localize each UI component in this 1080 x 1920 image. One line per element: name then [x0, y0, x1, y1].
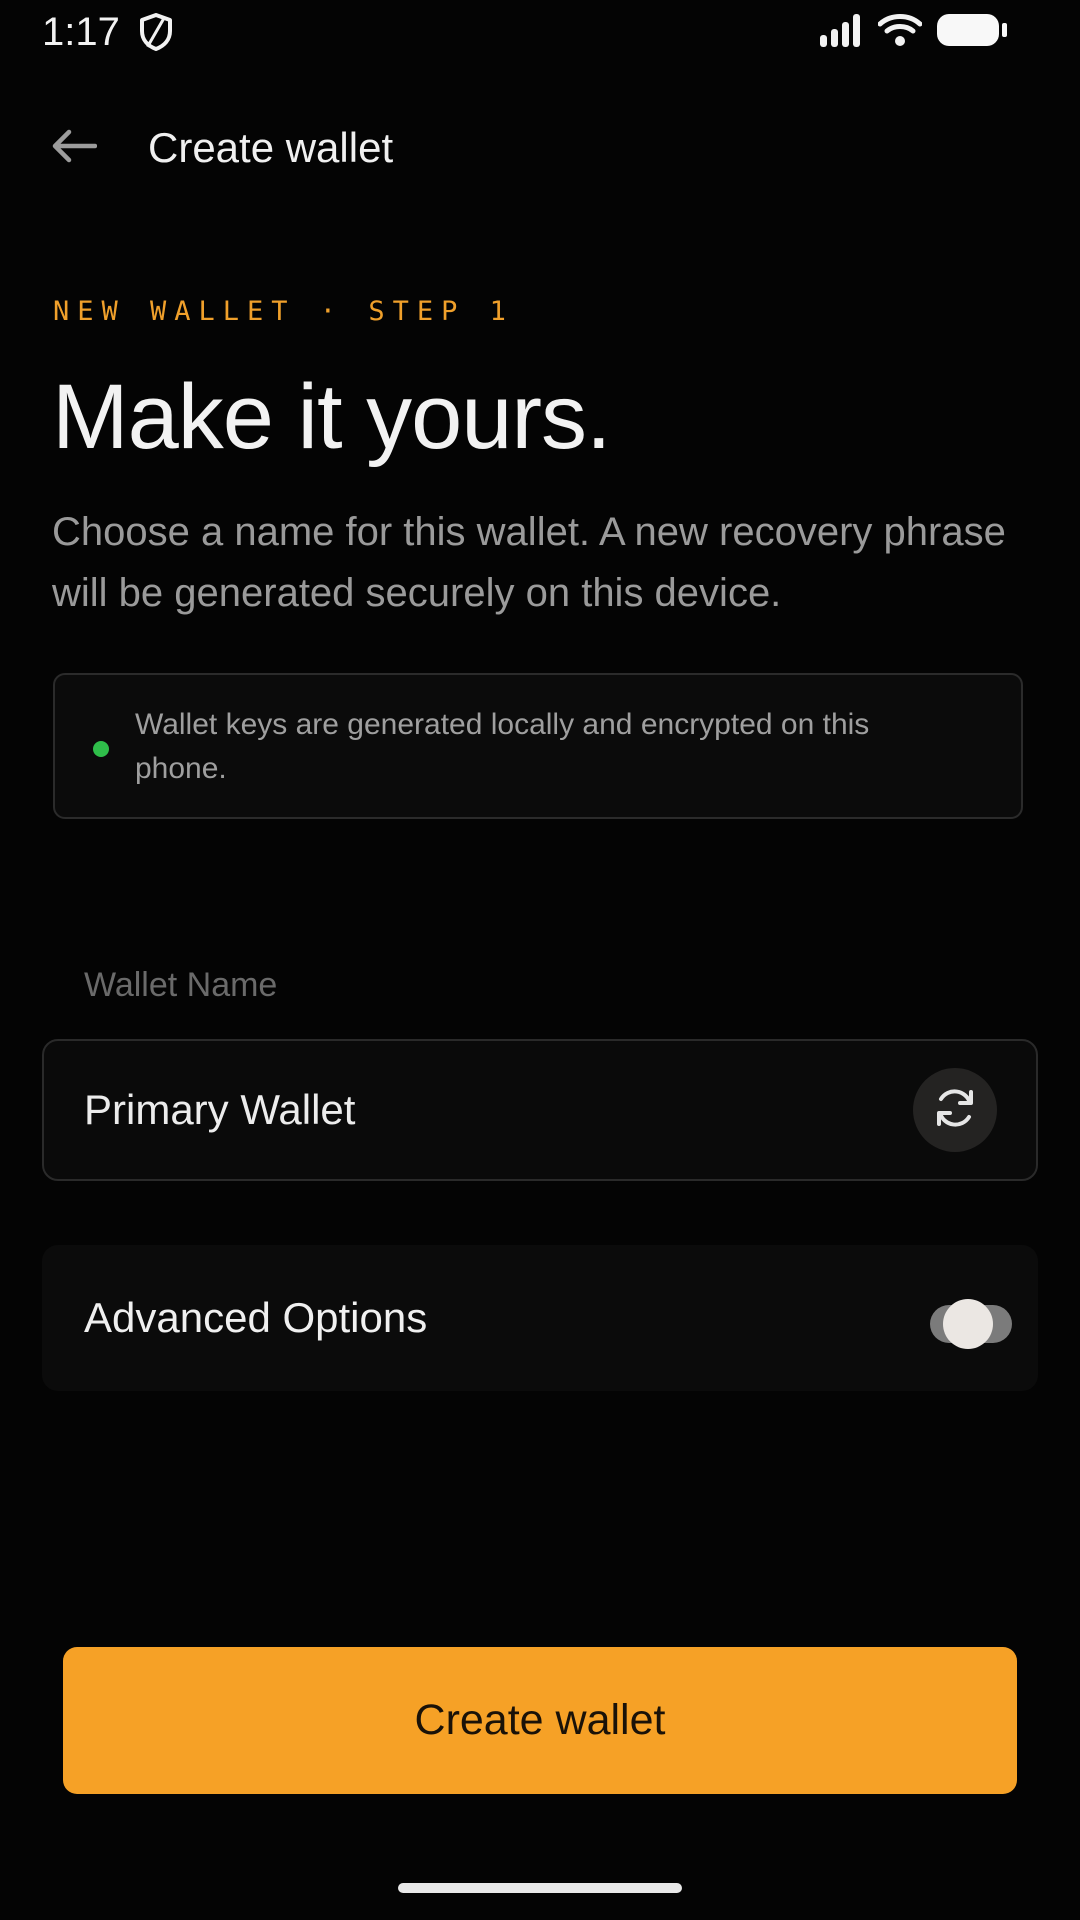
wifi-icon: [877, 12, 923, 53]
advanced-options-row[interactable]: Advanced Options: [42, 1245, 1038, 1391]
signal-icon: [818, 13, 864, 52]
wallet-name-label: Wallet Name: [84, 966, 278, 1004]
step-eyebrow: NEW WALLET · STEP 1: [53, 296, 514, 327]
home-indicator[interactable]: [398, 1883, 682, 1893]
arrow-left-icon: [51, 129, 98, 168]
advanced-options-label: Advanced Options: [84, 1294, 428, 1341]
wallet-name-input[interactable]: [84, 1041, 884, 1179]
status-dot-icon: [93, 741, 109, 757]
shield-icon: [138, 12, 174, 52]
advanced-options-toggle[interactable]: [900, 1295, 1034, 1351]
security-notice: Wallet keys are generated locally and en…: [53, 673, 1023, 819]
security-notice-text: Wallet keys are generated locally and en…: [135, 708, 870, 785]
battery-icon: [936, 12, 1008, 53]
page-subtext: Choose a name for this wallet. A new rec…: [52, 510, 1006, 615]
status-icons: [818, 12, 1008, 52]
back-button[interactable]: [44, 118, 104, 178]
app-bar-title: Create wallet: [148, 124, 394, 171]
refresh-icon: [931, 1084, 979, 1137]
regenerate-name-button[interactable]: [913, 1068, 997, 1152]
page-headline: Make it yours.: [52, 366, 612, 468]
create-wallet-button[interactable]: Create wallet: [63, 1647, 1017, 1794]
wallet-name-field[interactable]: [42, 1039, 1038, 1181]
toggle-knob: [943, 1299, 993, 1349]
status-time: 1:17: [42, 10, 120, 54]
